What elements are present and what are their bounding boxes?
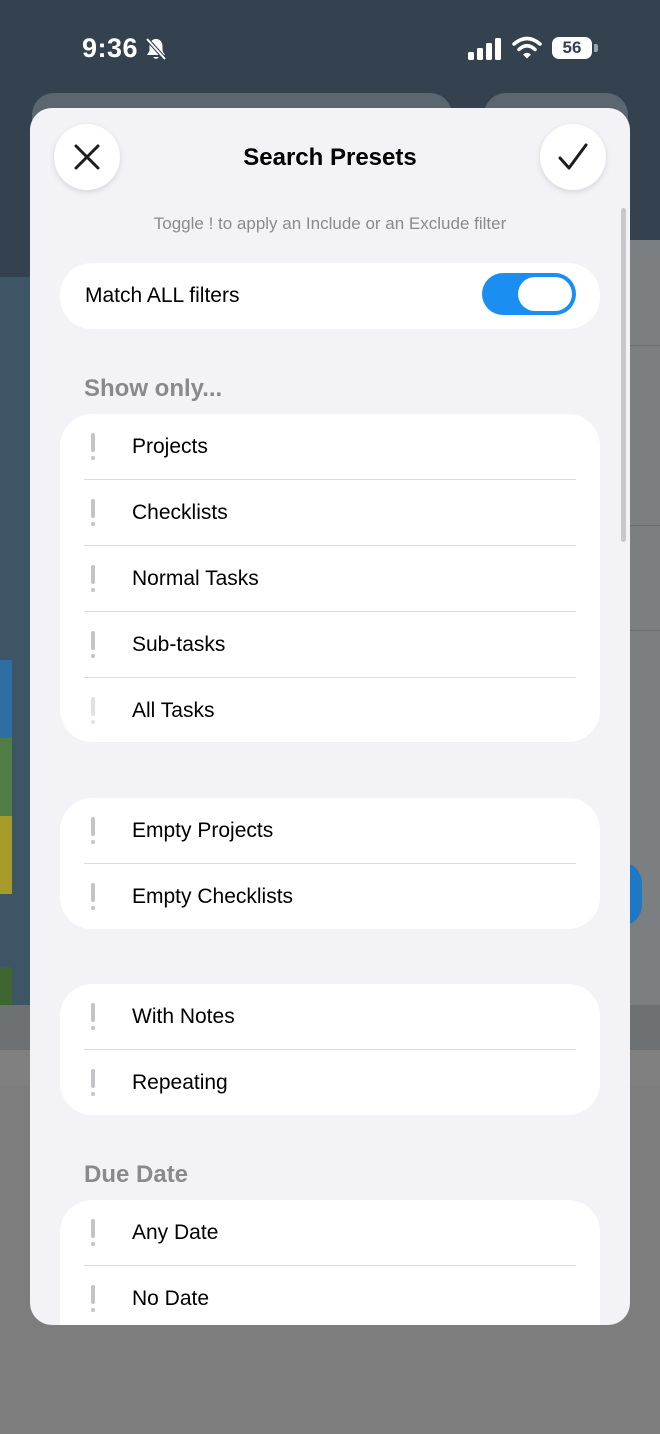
filter-row-any-date[interactable]: Any Date bbox=[60, 1200, 600, 1266]
confirm-button[interactable] bbox=[540, 124, 606, 190]
filter-row-empty-checklists[interactable]: Empty Checklists bbox=[60, 864, 600, 930]
empty-filters-card: Empty Projects Empty Checklists bbox=[60, 798, 600, 929]
exclamation-icon[interactable] bbox=[89, 1285, 97, 1313]
filter-row-label: No Date bbox=[132, 1287, 210, 1310]
wifi-icon bbox=[512, 36, 542, 59]
filter-row-checklists[interactable]: Checklists bbox=[60, 480, 600, 546]
filter-row-repeating[interactable]: Repeating bbox=[60, 1050, 600, 1116]
battery-indicator: 56 bbox=[552, 37, 592, 59]
filter-row-normal-tasks[interactable]: Normal Tasks bbox=[60, 546, 600, 612]
filter-row-label: Normal Tasks bbox=[132, 567, 259, 590]
exclamation-icon[interactable] bbox=[89, 565, 97, 593]
filter-row-label: Empty Projects bbox=[132, 819, 274, 842]
status-time: 9:36 bbox=[82, 33, 139, 63]
battery-tip bbox=[594, 44, 598, 52]
match-all-card: Match ALL filters bbox=[60, 263, 600, 329]
attribute-filters-card: With Notes Repeating bbox=[60, 984, 600, 1115]
filter-row-with-notes[interactable]: With Notes bbox=[60, 984, 600, 1050]
filter-row-label: Sub-tasks bbox=[132, 633, 226, 656]
exclamation-icon[interactable] bbox=[89, 817, 97, 845]
match-all-toggle[interactable] bbox=[482, 273, 576, 315]
section-header-show-only: Show only... bbox=[84, 375, 223, 402]
exclamation-icon[interactable] bbox=[89, 631, 97, 659]
match-all-label: Match ALL filters bbox=[85, 284, 240, 307]
checkmark-icon bbox=[558, 143, 588, 170]
status-bar: 9:36 56 bbox=[0, 0, 660, 96]
exclamation-icon[interactable] bbox=[89, 1069, 97, 1097]
scrollbar[interactable] bbox=[621, 208, 626, 542]
bell-slash-icon bbox=[145, 37, 167, 61]
filter-row-sub-tasks[interactable]: Sub-tasks bbox=[60, 612, 600, 678]
cellular-signal-icon bbox=[468, 38, 501, 60]
due-date-card: Any Date No Date bbox=[60, 1200, 600, 1325]
exclamation-icon[interactable] bbox=[89, 697, 97, 725]
exclamation-icon[interactable] bbox=[89, 1219, 97, 1247]
filter-row-empty-projects[interactable]: Empty Projects bbox=[60, 798, 600, 864]
filter-hint: Toggle ! to apply an Include or an Exclu… bbox=[153, 214, 507, 233]
exclamation-icon[interactable] bbox=[89, 433, 97, 461]
exclamation-icon[interactable] bbox=[89, 499, 97, 527]
filter-row-label: With Notes bbox=[132, 1005, 235, 1028]
filter-row-label: Any Date bbox=[132, 1221, 219, 1244]
filter-row-label: All Tasks bbox=[132, 699, 215, 722]
section-header-due-date: Due Date bbox=[84, 1161, 189, 1188]
filter-row-label: Repeating bbox=[132, 1071, 228, 1094]
show-only-card: Projects Checklists Normal Tasks Sub-tas… bbox=[60, 414, 600, 742]
search-presets-sheet: Search Presets Toggle ! to apply an Incl… bbox=[30, 108, 630, 1325]
filter-row-projects[interactable]: Projects bbox=[60, 414, 600, 480]
filter-row-label: Empty Checklists bbox=[132, 885, 294, 908]
filter-row-label: Projects bbox=[132, 435, 208, 458]
exclamation-icon[interactable] bbox=[89, 883, 97, 911]
filter-row-no-date[interactable]: No Date bbox=[60, 1266, 600, 1325]
exclamation-icon[interactable] bbox=[89, 1003, 97, 1031]
filter-row-all-tasks[interactable]: All Tasks bbox=[60, 678, 600, 744]
filter-row-label: Checklists bbox=[132, 501, 228, 524]
toggle-knob bbox=[518, 277, 572, 311]
